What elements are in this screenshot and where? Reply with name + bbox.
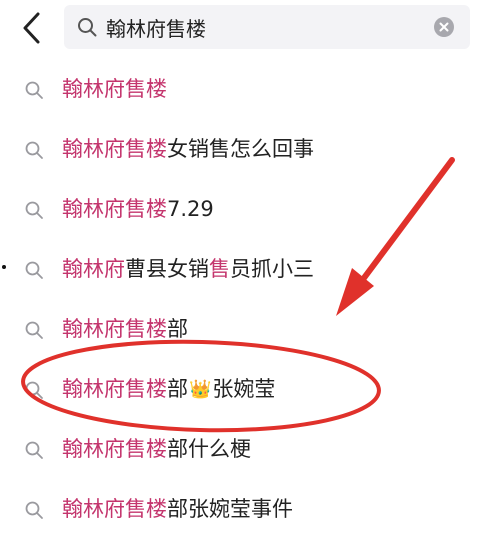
suggestion-text: 翰林府售楼部 — [62, 314, 188, 344]
suggestion-highlight: 翰林府售楼 — [62, 497, 167, 521]
suggestion-item[interactable]: 翰林府售楼部张婉莹事件 — [0, 480, 499, 538]
suggestion-text: 翰林府售楼女销售怎么回事 — [62, 134, 314, 164]
suggestion-text: 翰林府售楼7.29 — [62, 194, 214, 224]
suggestion-text: 翰林府售楼部👑张婉莹 — [62, 374, 275, 405]
search-icon — [25, 381, 43, 399]
search-header — [0, 0, 499, 56]
suggestion-highlight: 翰林府售楼 — [62, 317, 167, 341]
suggestion-text: 翰林府售楼部张婉莹事件 — [62, 494, 293, 524]
suggestion-item[interactable]: 翰林府售楼部 — [0, 300, 499, 360]
search-icon — [25, 501, 43, 519]
search-icon — [25, 261, 43, 279]
suggestion-highlight: 售 — [209, 257, 230, 281]
suggestion-list: 翰林府售楼 翰林府售楼女销售怎么回事 翰林府售楼7.29 翰林府曹县女销售员抓小… — [0, 60, 499, 538]
suggestion-rest: 部张婉莹事件 — [167, 497, 293, 521]
suggestion-rest: 员抓小三 — [230, 257, 314, 281]
suggestion-rest: 7.29 — [167, 197, 214, 221]
suggestion-item[interactable]: 翰林府售楼部👑张婉莹 — [0, 360, 499, 420]
suggestion-item[interactable]: 翰林府曹县女销售员抓小三 — [0, 240, 499, 300]
suggestion-highlight: 翰林府售楼 — [62, 377, 167, 401]
suggestion-rest: 部什么梗 — [167, 437, 251, 461]
suggestion-highlight: 翰林府 — [62, 257, 125, 281]
suggestion-item[interactable]: 翰林府售楼7.29 — [0, 180, 499, 240]
chevron-left-icon — [23, 12, 40, 44]
suggestion-rest: 女销售怎么回事 — [167, 137, 314, 161]
suggestion-item[interactable]: 翰林府售楼 — [0, 60, 499, 120]
decorative-dot — [2, 265, 6, 269]
suggestion-rest: 张婉莹 — [212, 377, 276, 401]
suggestion-rest: 部 — [167, 317, 188, 341]
suggestion-rest: 部 — [167, 377, 188, 401]
suggestion-highlight: 翰林府售楼 — [62, 437, 167, 461]
search-icon — [78, 18, 97, 37]
clear-button[interactable] — [434, 17, 454, 37]
search-icon — [25, 141, 43, 159]
suggestion-rest: 曹县女销 — [125, 257, 209, 281]
search-icon — [25, 201, 43, 219]
search-icon — [25, 81, 43, 99]
search-icon — [25, 441, 43, 459]
clear-circle-icon — [439, 22, 449, 32]
back-button[interactable] — [14, 10, 50, 46]
crown-emoji: 👑 — [189, 379, 212, 400]
suggestion-text: 翰林府售楼部什么梗 — [62, 434, 251, 464]
suggestion-highlight: 翰林府售楼 — [62, 77, 167, 101]
suggestion-text: 翰林府售楼 — [62, 74, 167, 104]
suggestion-text: 翰林府曹县女销售员抓小三 — [62, 254, 314, 284]
suggestion-item[interactable]: 翰林府售楼女销售怎么回事 — [0, 120, 499, 180]
search-box[interactable] — [64, 5, 470, 49]
suggestion-highlight: 翰林府售楼 — [62, 197, 167, 221]
suggestion-highlight: 翰林府售楼 — [62, 137, 167, 161]
search-icon — [25, 321, 43, 339]
search-input[interactable] — [106, 9, 426, 45]
suggestion-item[interactable]: 翰林府售楼部什么梗 — [0, 420, 499, 480]
